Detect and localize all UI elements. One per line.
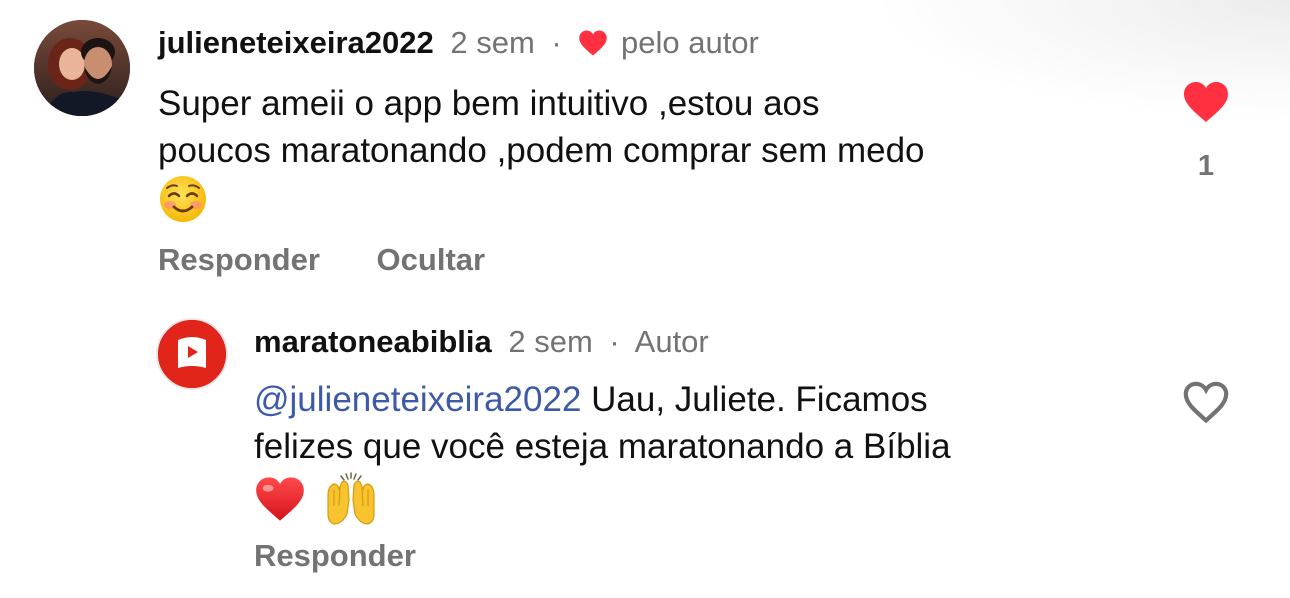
raising-hands-icon [322,470,380,540]
liked-by-author-label: pelo autor [620,25,759,60]
comment-text: Super ameii o app bem intuitivo ,estou a… [158,80,1158,226]
mention-link[interactable]: @julieneteixeira2022 [254,380,581,419]
reply-button[interactable]: Responder [254,538,416,573]
heart-outline-icon [1183,381,1229,424]
comment-emoji-row [158,174,1158,226]
reply-username[interactable]: maratoneabiblia [254,324,492,359]
meta-separator: · [609,324,620,359]
reply-emoji-row [254,470,1154,526]
like-count[interactable]: 1 [1181,150,1231,183]
meta-separator: · [551,25,562,60]
reply-text-line: felizes que você esteja maratonando a Bí… [254,427,951,466]
reply-meta: maratoneabiblia 2 sem · Autor [254,322,709,362]
comment-time: 2 sem [450,25,535,60]
smiling-face-icon [158,174,208,236]
reply-text-line: @julieneteixeira2022 Uau, Juliete. Ficam… [254,376,1154,423]
author-label: Autor [634,324,709,359]
reply-actions: Responder [254,538,464,574]
red-heart-icon [254,475,306,535]
bible-logo-icon [158,320,226,388]
like-button[interactable] [1182,80,1230,129]
avatar[interactable] [34,20,130,116]
reply-time: 2 sem [508,324,593,359]
reply-button[interactable]: Responder [158,242,320,277]
avatar-photo [34,20,130,116]
comment-text-line: poucos maratonando ,podem comprar sem me… [158,131,925,170]
like-button[interactable] [1182,380,1230,429]
comment-username[interactable]: julieneteixeira2022 [158,25,434,60]
reply-text-rest: Uau, Juliete. Ficamos [581,380,928,419]
comment-meta: julieneteixeira2022 2 sem · pelo autor [158,23,759,67]
comment-text-line: Super ameii o app bem intuitivo ,estou a… [158,84,820,123]
comment-actions: Responder Ocultar [158,242,533,278]
avatar[interactable] [156,318,228,390]
heart-small-icon [578,27,608,67]
heart-filled-icon [1184,82,1228,122]
hide-button[interactable]: Ocultar [377,242,486,277]
reply-text: @julieneteixeira2022 Uau, Juliete. Ficam… [254,376,1154,526]
